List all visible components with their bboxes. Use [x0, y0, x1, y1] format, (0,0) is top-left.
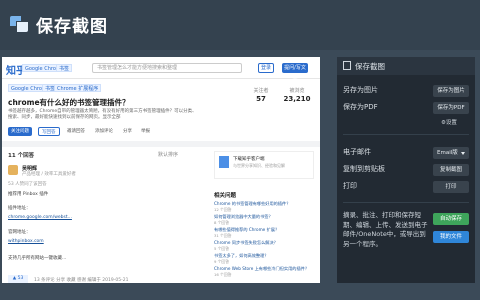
related-question: 如何管理浏览器中大量的书签？: [214, 214, 273, 219]
auto-save-button[interactable]: 自动保存: [433, 213, 469, 225]
preview-action-row: 关注问题 写回答 邀请回答 添加评论 分享 举报: [8, 127, 308, 137]
related-question: 有哪些值得推荐的 Chrome 扩展？: [214, 227, 280, 232]
answer-vote: ▲ 53: [8, 275, 28, 283]
related-question: Chrome 的书签管理有哪些好用的插件？: [214, 201, 291, 206]
answer-line: 官网地址：: [8, 230, 31, 235]
related-item: 书签太多了，如何高效整理？ 9 个回答: [214, 253, 314, 264]
preview-comment: 添加评论: [95, 129, 113, 134]
avatar: [8, 165, 18, 175]
answer-link: chrome.google.com/webst...: [8, 215, 72, 220]
answer-count: 11 个回答: [8, 153, 35, 159]
preview-follow-button: 关注问题: [8, 127, 32, 136]
answer-line: 推荐用 Pinbox 插件: [8, 192, 49, 197]
preview-topic-tag: Chrome 扩展程序: [54, 84, 102, 92]
preview-login: 登录: [258, 63, 274, 73]
preview-divider: [2, 141, 320, 147]
copy-button[interactable]: 复制截图: [433, 164, 469, 176]
save-image-label: 另存为图片: [343, 86, 378, 94]
answer-link: withpinbox.com: [8, 239, 44, 244]
preview-ask-button: 提问/写文章: [282, 63, 308, 81]
related-count: 12 个回答: [214, 206, 232, 212]
divider: [343, 134, 469, 135]
save-icon: [343, 61, 351, 70]
answer-bio: 产品经理 / 效率工具爱好者: [22, 172, 76, 177]
phone-icon: [219, 156, 229, 168]
preview-report: 举报: [141, 129, 150, 134]
preview-search: 书签管理怎么才能方便地搜索和整理: [92, 63, 242, 73]
related-count: 8 个回答: [214, 219, 230, 225]
email-label: 电子邮件: [343, 148, 371, 156]
preview-invite: 邀请回答: [67, 129, 85, 134]
preview-answer: 11 个回答 默认排序 吴明辉 产品经理 / 效率工具爱好者 53 人赞同了该回…: [8, 151, 204, 283]
app-download-card: 下载知乎客户端 与世界分享知识、经验和见解: [214, 151, 314, 179]
answer-likes: 53 人赞同了该回答: [8, 182, 47, 187]
print-button[interactable]: 打印: [433, 181, 469, 193]
save-panel: 保存截图 另存为图片 保存为图片 保存为PDF 保存为PDF ⚙设置 电子邮件 …: [337, 57, 475, 283]
related-question: Chrome 同步书签失败怎么解决？: [214, 240, 278, 245]
preview-question-title: chrome有什么好的书签管理插件？: [8, 98, 130, 107]
save-image-button[interactable]: 保存为图片: [433, 85, 469, 97]
my-files-button[interactable]: 我的文件: [433, 231, 469, 243]
print-label: 打印: [343, 182, 357, 190]
answer-sort: 默认排序: [158, 152, 179, 158]
answer-line: 插件地址：: [8, 206, 31, 211]
related-question: 书签太多了，如何高效整理？: [214, 253, 269, 258]
app-logo-icon: [10, 16, 28, 32]
preview-sidebar: 下载知乎客户端 与世界分享知识、经验和见解 相关问题 Chrome 的书签管理有…: [214, 151, 314, 283]
related-item: Chrome 同步书签失败怎么解决？ 5 个回答: [214, 240, 314, 251]
related-title: 相关问题: [214, 193, 237, 199]
related-count: 31 个回答: [214, 232, 232, 238]
preview-answer-button: 写回答: [38, 127, 60, 136]
related-count: 5 个回答: [214, 245, 230, 251]
email-select[interactable]: Email版: [433, 147, 469, 159]
related-count: 9 个回答: [214, 258, 230, 264]
preview-share: 分享: [123, 129, 132, 134]
preview-stats: 关注者 57 被浏览 23,210: [246, 87, 316, 109]
preview-tag: 书签: [56, 64, 73, 72]
panel-title: 保存截图: [355, 62, 385, 71]
card-title: 下载知乎客户端: [233, 157, 265, 162]
preview-header: 知乎 Google Chrome 书签 Chrome 扩展程序 书签管理怎么才能…: [2, 57, 320, 81]
clipboard-label: 复制到剪贴板: [343, 165, 385, 173]
save-pdf-label: 保存为PDF: [343, 103, 378, 111]
related-item: Chrome Web Store 上有哪些冷门但实用的插件？ 16 个回答: [214, 266, 314, 277]
save-pdf-button[interactable]: 保存为PDF: [433, 102, 469, 114]
related-item: 有哪些值得推荐的 Chrome 扩展？ 31 个回答: [214, 227, 314, 238]
stat-value: 57: [256, 95, 266, 103]
title-bar: 保存截图: [0, 0, 480, 50]
preview-question-body: 书签越存越多，Chrome自带的管理器太简陋，有没有好用的第三方书签管理插件？可…: [8, 109, 197, 120]
description-text: 摘录、批注、打印和保存短期、编辑、上传、发送到电子邮件/OneNote中，或导出…: [343, 211, 428, 248]
app-title: 保存截图: [36, 17, 108, 37]
divider: [343, 202, 469, 203]
related-question: Chrome Web Store 上有哪些冷门但实用的插件？: [214, 266, 310, 271]
stat-label: 关注者: [253, 88, 269, 94]
panel-header: 保存截图: [337, 57, 475, 75]
card-subtitle: 与世界分享知识、经验和见解: [233, 163, 285, 168]
stat-label: 被浏览: [289, 88, 305, 94]
answer-line: 支持几乎所有网站一键收藏...: [8, 256, 67, 261]
answer-meta: 13 条评论 分享 收藏 感谢 编辑于 2019-05-21: [34, 278, 129, 283]
screenshot-preview[interactable]: 知乎 Google Chrome 书签 Chrome 扩展程序 书签管理怎么才能…: [2, 57, 320, 283]
stat-value: 23,210: [283, 95, 311, 103]
related-count: 16 个回答: [214, 271, 232, 277]
related-item: 如何管理浏览器中大量的书签？ 8 个回答: [214, 214, 314, 225]
settings-link[interactable]: ⚙设置: [441, 118, 457, 126]
related-item: Chrome 的书签管理有哪些好用的插件？ 12 个回答: [214, 201, 314, 212]
